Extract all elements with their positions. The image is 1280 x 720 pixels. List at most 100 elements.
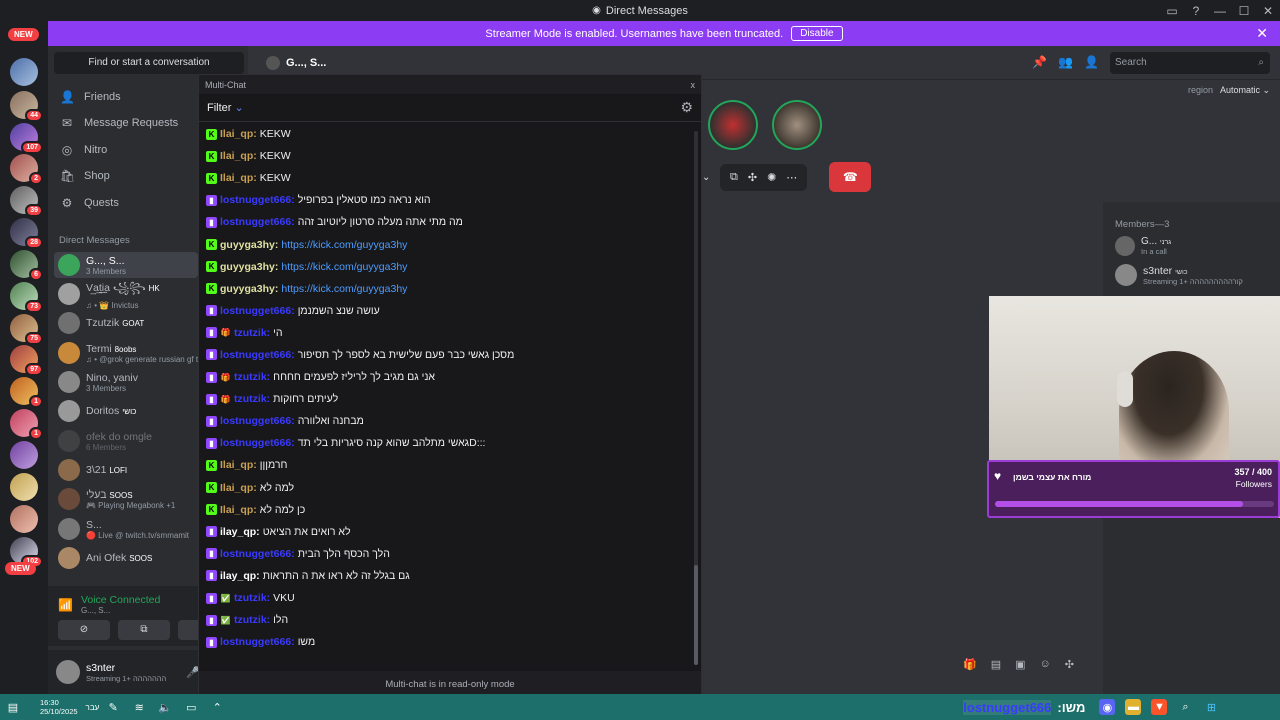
message-author[interactable]: guyyga3hy: xyxy=(220,239,278,251)
message-author[interactable]: lostnugget666: xyxy=(220,437,295,449)
server-icon[interactable] xyxy=(10,505,38,533)
search-taskbar-icon[interactable]: ⌕ xyxy=(1177,699,1193,715)
message-author[interactable]: tzutzik: xyxy=(234,592,270,604)
nav-quests[interactable]: ⚙ Quests xyxy=(56,190,196,216)
multichat-message-list[interactable]: K Ilai_qp: KEKW K Ilai_qp: KEKW K Ilai_qp: KEKW ▮… xyxy=(199,123,693,669)
signal-icon[interactable]: 📶 xyxy=(58,598,73,612)
find-conversation-button[interactable]: Find or start a conversation xyxy=(54,52,244,74)
server-icon[interactable]: 1 xyxy=(10,409,43,440)
server-icon[interactable]: 107 xyxy=(10,123,43,154)
server-icon[interactable]: 75 xyxy=(10,314,43,345)
minimize-button[interactable]: — xyxy=(1208,4,1232,18)
message-author[interactable]: guyyga3hy: xyxy=(220,283,278,295)
gift-icon[interactable]: 🎁 xyxy=(963,658,977,671)
dm-item[interactable]: Doritos כושי xyxy=(54,398,198,424)
scrollbar[interactable] xyxy=(694,131,698,665)
member-item[interactable]: s3nter כושי Streaming קורההההההההה +1 xyxy=(1115,264,1243,286)
emoji-icon[interactable]: ☺ xyxy=(1040,658,1051,671)
server-icon[interactable] xyxy=(10,441,38,469)
dm-item[interactable]: S... 🔴 Live @ twitch.tv/smmamit xyxy=(54,516,198,542)
maximize-button[interactable]: ☐ xyxy=(1232,4,1256,18)
dm-item[interactable]: V͢a͢t͢i͢a ꧁꧂ HK ♫ • 👑 Invictus xyxy=(54,281,198,310)
message-author[interactable]: tzutzik: xyxy=(234,614,270,626)
message-link[interactable]: https://kick.com/guyyga3hy xyxy=(281,261,407,273)
scrollbar-thumb[interactable] xyxy=(694,565,698,665)
call-avatar[interactable] xyxy=(708,100,758,150)
message-author[interactable]: lostnugget666: xyxy=(220,305,295,317)
dm-item[interactable]: Tzutzik GOAT xyxy=(54,310,198,336)
inbox-icon[interactable]: ▭ xyxy=(1160,4,1184,18)
member-list-icon[interactable]: 👤 xyxy=(1084,55,1099,69)
hangup-button[interactable]: ☎ xyxy=(829,162,872,192)
nav-shop[interactable]: 🛍 Shop xyxy=(56,163,196,189)
message-author[interactable]: tzutzik: xyxy=(234,393,270,405)
message-author[interactable]: lostnugget666: xyxy=(220,216,295,228)
settings-icon[interactable]: ⚙ xyxy=(680,99,693,116)
message-author[interactable]: ilay_qp: xyxy=(220,570,260,582)
server-icon[interactable]: 39 xyxy=(10,186,43,217)
more-icon[interactable]: ⋯ xyxy=(786,171,797,184)
message-author[interactable]: guyyga3hy: xyxy=(220,261,278,273)
dm-item[interactable]: 3\21 LOFI xyxy=(54,457,198,483)
message-author[interactable]: Ilai_qp: xyxy=(220,504,257,516)
message-author[interactable]: lostnugget666: xyxy=(220,349,295,361)
close-icon[interactable]: ✕ xyxy=(1256,25,1268,42)
voice-channel[interactable]: G..., S... xyxy=(81,606,160,615)
message-link[interactable]: https://kick.com/guyyga3hy xyxy=(281,239,407,251)
folder-icon[interactable]: ▬ xyxy=(1125,699,1142,715)
message-author[interactable]: Ilai_qp: xyxy=(220,459,257,471)
close-window-button[interactable]: ✕ xyxy=(1256,4,1280,18)
server-icon[interactable] xyxy=(10,473,38,501)
nav-message-requests[interactable]: ✉ Message Requests xyxy=(56,110,196,136)
screen-share-icon[interactable]: ⧉ xyxy=(730,171,738,184)
message-author[interactable]: tzutzik: xyxy=(234,371,270,383)
pen-icon[interactable]: ✎ xyxy=(105,699,121,715)
message-author[interactable]: lostnugget666: xyxy=(220,548,295,560)
nav-friends[interactable]: 👤 Friends xyxy=(56,84,196,110)
message-author[interactable]: ilay_qp: xyxy=(220,526,260,538)
wifi-icon[interactable]: ≋ xyxy=(131,699,147,715)
message-author[interactable]: tzutzik: xyxy=(234,327,270,339)
server-icon[interactable]: 28 xyxy=(10,218,43,249)
chevron-up-icon[interactable]: ⌃ xyxy=(209,699,225,715)
battery-icon[interactable]: ▭ xyxy=(183,699,199,715)
disable-button[interactable]: Disable xyxy=(791,26,843,41)
search-input[interactable]: Search ⌕ xyxy=(1110,52,1270,74)
screen-share-button[interactable]: ⧉ xyxy=(118,620,170,640)
region-select[interactable]: Automatic ⌄ xyxy=(1220,85,1270,96)
dm-item[interactable]: ofek do omgle 6 Members xyxy=(54,428,198,454)
help-icon[interactable]: ? xyxy=(1184,4,1208,18)
soundboard-icon[interactable]: ✺ xyxy=(767,171,776,184)
message-author[interactable]: Ilai_qp: xyxy=(220,482,257,494)
server-icon[interactable]: 73 xyxy=(10,282,43,313)
message-author[interactable]: lostnugget666: xyxy=(220,194,295,206)
server-icon[interactable]: 1 xyxy=(10,377,43,408)
message-link[interactable]: https://kick.com/guyyga3hy xyxy=(281,283,407,295)
dm-item[interactable]: Termi 8oobs ♫ • @grok generate russian gf… xyxy=(54,340,198,366)
filter-dropdown[interactable]: Filter ⌄ xyxy=(207,101,244,114)
gif-icon[interactable]: ▤ xyxy=(991,658,1001,671)
server-icon[interactable]: 102 xyxy=(10,537,43,568)
dm-item[interactable]: G..., S... 3 Members xyxy=(54,252,198,278)
sticker-icon[interactable]: ▣ xyxy=(1015,658,1025,671)
server-icon[interactable]: 97 xyxy=(10,345,43,376)
dm-item[interactable]: בעלי SOOS 🎮 Playing Megabonk +1 xyxy=(54,486,198,512)
add-friend-icon[interactable]: 👥 xyxy=(1058,55,1073,69)
server-icon[interactable] xyxy=(10,58,38,86)
server-icon[interactable]: 6 xyxy=(10,250,43,281)
message-author[interactable]: Ilai_qp: xyxy=(220,150,257,162)
member-item[interactable]: G... גרני In a call xyxy=(1115,236,1171,256)
volume-icon[interactable]: 🔈 xyxy=(157,699,173,715)
dm-item[interactable]: Ani Ofek SOOS xyxy=(54,545,198,571)
brave-icon[interactable]: ▼ xyxy=(1151,699,1168,715)
start-icon[interactable]: ⊞ xyxy=(1203,699,1219,715)
widgets-icon[interactable]: ▤ xyxy=(5,699,21,715)
language-indicator[interactable]: עבר xyxy=(86,703,100,712)
activities-icon[interactable]: ✣ xyxy=(748,171,757,184)
message-author[interactable]: lostnugget666: xyxy=(220,636,295,648)
pin-icon[interactable]: 📌 xyxy=(1032,55,1047,69)
server-icon[interactable]: 44 xyxy=(10,91,43,122)
server-icon[interactable]: 2 xyxy=(10,154,43,185)
message-author[interactable]: Ilai_qp: xyxy=(220,172,257,184)
camera-off-button[interactable]: ⊘ xyxy=(58,620,110,640)
